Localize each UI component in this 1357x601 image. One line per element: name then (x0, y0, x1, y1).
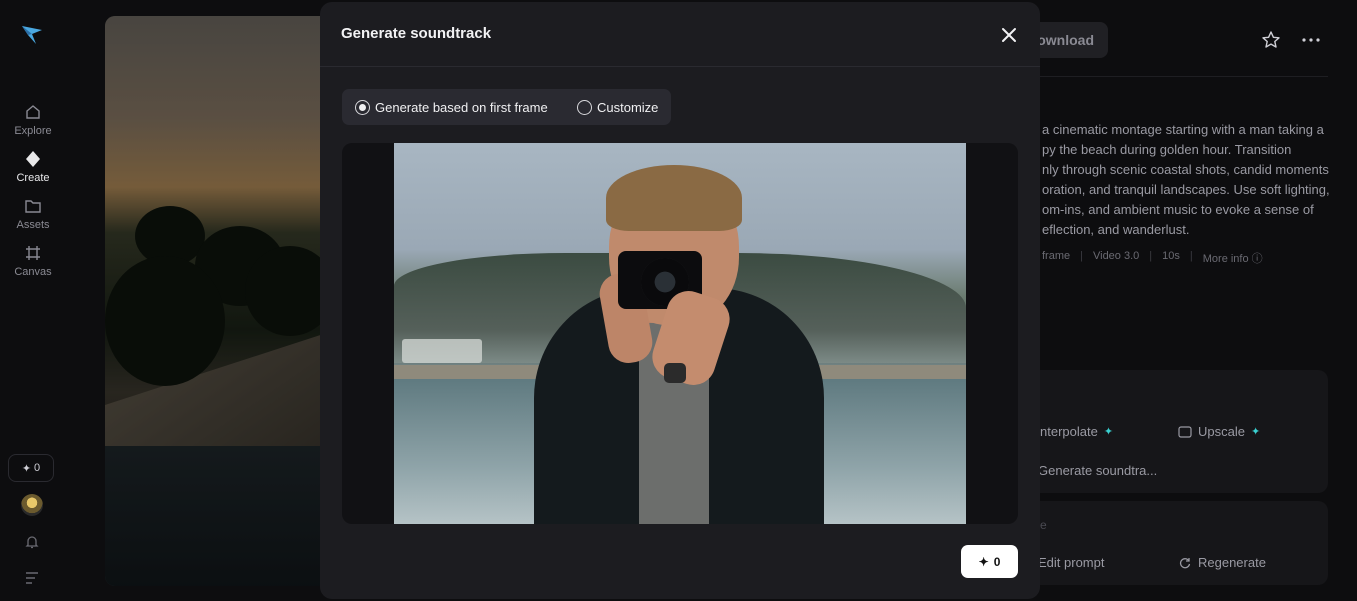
left-rail: Explore Create Assets Canvas ✦ 0 (0, 0, 66, 601)
option-customize[interactable]: Customize (577, 89, 658, 125)
interpolate-button[interactable]: nterpolate ✦ (1040, 424, 1113, 439)
generate-soundtrack-button[interactable]: Generate soundtra... (1038, 463, 1157, 478)
generate-soundtrack-dialog: Generate soundtrack Generate based on fi… (320, 2, 1040, 599)
meta-frame: frame (1042, 250, 1071, 262)
option-first-frame[interactable]: Generate based on first frame (355, 89, 548, 125)
meta-row: frame | Video 3.0 | 10s | More info ⓘ (1042, 250, 1263, 266)
credits-count: 0 (34, 462, 41, 474)
divider (1040, 76, 1328, 77)
nav-explore-label: Explore (14, 125, 52, 137)
sparkle-icon: ✦ (1103, 426, 1114, 438)
hd-icon (1178, 425, 1192, 438)
avatar[interactable] (21, 494, 43, 516)
generate-button[interactable]: ✦ 0 (961, 545, 1018, 578)
home-icon (26, 105, 40, 119)
credits-pill[interactable]: ✦ 0 (8, 454, 54, 482)
option-first-frame-label: Generate based on first frame (375, 99, 548, 115)
star-icon[interactable] (1261, 30, 1281, 50)
dialog-title: Generate soundtrack (341, 25, 492, 42)
regenerate-button[interactable]: Regenerate (1178, 555, 1266, 570)
close-icon[interactable] (998, 24, 1020, 46)
menu-icon[interactable] (25, 572, 39, 584)
meta-model: Video 3.0 (1092, 250, 1140, 262)
upscale-button[interactable]: Upscale ✦ (1178, 424, 1260, 439)
first-frame-preview (342, 143, 1018, 524)
more-info-link[interactable]: More info ⓘ (1203, 250, 1263, 266)
nav-assets-label: Assets (16, 219, 50, 231)
folder-icon (25, 200, 41, 213)
nav-canvas-label: Canvas (14, 266, 52, 278)
first-frame-image (394, 143, 966, 524)
dialog-divider (320, 66, 1040, 67)
grid-icon (26, 246, 40, 260)
nav-create[interactable]: Create (0, 150, 66, 184)
actions-card (1040, 501, 1328, 585)
generate-cost: 0 (993, 554, 1001, 569)
meta-duration: 10s (1162, 250, 1180, 262)
info-icon: ⓘ (1251, 253, 1263, 265)
edit-prompt-button[interactable]: Edit prompt (1038, 555, 1104, 570)
more-icon[interactable] (1302, 38, 1320, 42)
bell-icon[interactable] (24, 534, 40, 550)
refresh-icon (1179, 557, 1191, 568)
radio-checked-icon (355, 99, 370, 115)
logo-icon[interactable] (20, 22, 44, 46)
nav-assets[interactable]: Assets (0, 197, 66, 231)
sparkle-icon: ✦ (1250, 426, 1261, 438)
sparkle-icon: ✦ (21, 462, 32, 475)
mode-selector: Generate based on first frame Customize (342, 89, 671, 125)
option-customize-label: Customize (597, 99, 659, 115)
diamond-icon (26, 151, 40, 167)
nav-explore[interactable]: Explore (0, 103, 66, 137)
prompt-description: a cinematic montage starting with a man … (1042, 122, 1330, 237)
video-preview-image (105, 16, 335, 586)
nav-create-label: Create (16, 172, 50, 184)
sparkle-icon: ✦ (978, 554, 989, 569)
nav-canvas[interactable]: Canvas (0, 244, 66, 278)
photographer-figure (534, 163, 824, 524)
radio-unchecked-icon (577, 99, 592, 115)
section-label: e (1040, 518, 1047, 532)
